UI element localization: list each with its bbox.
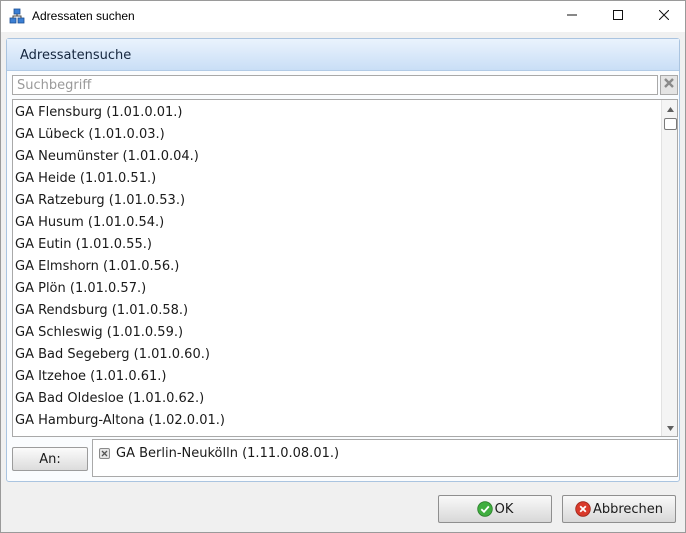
triangle-up-icon [666, 101, 674, 116]
to-button[interactable]: An: [12, 447, 88, 471]
list-item[interactable]: GA Heide (1.01.0.51.) [13, 168, 661, 190]
list-item[interactable]: GA Bad Oldesloe (1.01.0.62.) [13, 388, 661, 410]
ok-button[interactable]: OK [438, 495, 552, 523]
list-item[interactable]: GA Plön (1.01.0.57.) [13, 278, 661, 300]
title-bar[interactable]: Adressaten suchen [1, 1, 685, 32]
list-item[interactable]: GA Schleswig (1.01.0.59.) [13, 322, 661, 344]
recipient-name: GA Berlin-Neukölln (1.11.0.08.01.) [116, 446, 340, 461]
clear-search-button[interactable] [660, 75, 678, 95]
panel-header: Adressatensuche [7, 39, 679, 71]
dialog-window: Adressaten suchen Adressatensuche Suchbe… [0, 0, 686, 533]
list-item[interactable]: GA Flensburg (1.01.0.01.) [13, 102, 661, 124]
close-window-button[interactable] [641, 1, 686, 32]
close-icon [658, 9, 670, 24]
search-input[interactable] [12, 75, 658, 95]
results-scrollbar[interactable] [661, 100, 677, 436]
ok-label: OK [494, 501, 514, 517]
network-nodes-icon [9, 8, 25, 24]
maximize-button[interactable] [595, 1, 641, 32]
small-x-icon [101, 446, 108, 461]
recipients-field[interactable]: GA Berlin-Neukölln (1.11.0.08.01.) [92, 439, 678, 477]
window-title: Adressaten suchen [32, 9, 135, 23]
list-item[interactable]: GA Ratzeburg (1.01.0.53.) [13, 190, 661, 212]
clear-x-icon [663, 77, 675, 93]
panel-title: Adressatensuche [20, 48, 132, 63]
list-item[interactable]: GA Eutin (1.01.0.55.) [13, 234, 661, 256]
list-item[interactable]: GA Hamburg-Altona (1.02.0.01.) [13, 410, 661, 432]
check-circle-icon [476, 501, 493, 517]
list-item[interactable]: GA Itzehoe (1.01.0.61.) [13, 366, 661, 388]
scroll-down-button[interactable] [662, 419, 677, 436]
list-item[interactable]: GA Neumünster (1.01.0.04.) [13, 146, 661, 168]
minimize-icon [567, 9, 577, 24]
remove-recipient-button[interactable] [99, 448, 110, 459]
cancel-label: Abbrechen [592, 501, 664, 517]
list-item[interactable]: GA Elmshorn (1.01.0.56.) [13, 256, 661, 278]
recipient-chip: GA Berlin-Neukölln (1.11.0.08.01.) [99, 446, 339, 461]
dialog-content: Adressatensuche GA Flensburg (1.01.0.01.… [1, 32, 685, 532]
maximize-icon [613, 9, 623, 24]
search-panel: Adressatensuche GA Flensburg (1.01.0.01.… [6, 38, 680, 482]
list-item[interactable]: GA Lübeck (1.01.0.03.) [13, 124, 661, 146]
triangle-down-icon [666, 420, 674, 435]
scroll-up-button[interactable] [662, 100, 677, 117]
scroll-thumb[interactable] [664, 118, 677, 130]
list-item[interactable]: GA Husum (1.01.0.54.) [13, 212, 661, 234]
list-item[interactable]: GA Bad Segeberg (1.01.0.60.) [13, 344, 661, 366]
list-item[interactable]: GA Rendsburg (1.01.0.58.) [13, 300, 661, 322]
cancel-button[interactable]: Abbrechen [562, 495, 676, 523]
minimize-button[interactable] [549, 1, 595, 32]
x-circle-icon [575, 501, 591, 517]
results-list[interactable]: GA Flensburg (1.01.0.01.) GA Lübeck (1.01… [12, 99, 678, 437]
